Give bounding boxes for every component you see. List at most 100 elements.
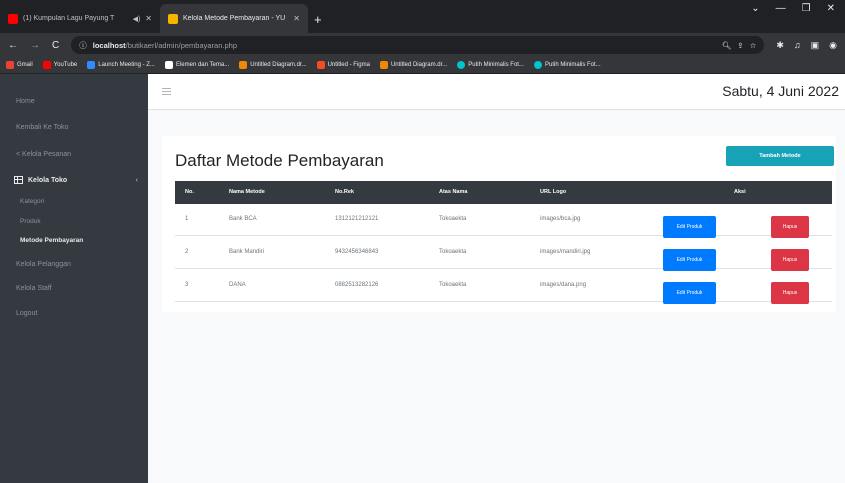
- main-content: Daftar Metode Pembayaran Tambah Metode N…: [148, 110, 845, 483]
- table-row: 1 Bank BCA 1312121212121 Tokoaekta image…: [175, 204, 832, 238]
- page-title: Daftar Metode Pembayaran: [175, 151, 384, 170]
- edit-button[interactable]: Edit Produk: [663, 216, 716, 238]
- zoom-icon[interactable]: 🔍︎: [722, 41, 732, 50]
- sidebar-item-label: Kelola Toko: [28, 176, 68, 184]
- cell-atas-nama: Tokoaekta: [439, 249, 467, 255]
- tab-search-icon[interactable]: ⌄: [751, 3, 759, 14]
- cell-no: 3: [185, 282, 189, 288]
- browser-tab-active[interactable]: Kelola Metode Pembayaran - YU ✕: [160, 4, 308, 33]
- youtube-icon: [42, 61, 51, 69]
- cell-nama-metode: Bank BCA: [229, 216, 257, 222]
- sidepanel-icon[interactable]: ▣: [811, 40, 820, 51]
- gmail-icon: [6, 61, 14, 69]
- chevron-left-icon: ‹: [135, 176, 138, 184]
- sidebar-item-kelola-pelanggan[interactable]: Kelola Pelanggan: [16, 261, 71, 268]
- url-input[interactable]: ⓘ localhost/butikaerl/admin/pembayaran.p…: [71, 36, 765, 54]
- tab-title: (1) Kumpulan Lagu Payung T: [23, 15, 115, 22]
- sidebar-subitem-kategori[interactable]: Kategori: [20, 198, 44, 205]
- drawio-icon: [239, 61, 248, 69]
- minimize-icon[interactable]: —: [776, 3, 786, 14]
- browser-tab[interactable]: (1) Kumpulan Lagu Payung T ◀) ✕: [0, 4, 160, 33]
- sidebar-item-kelola-staff[interactable]: Kelola Staff: [16, 285, 52, 292]
- add-method-button[interactable]: Tambah Metode: [726, 146, 834, 166]
- sidebar-item-kelola-pesanan[interactable]: < Kelola Pesanan: [16, 151, 71, 158]
- sidebar-item-kembali-ke-toko[interactable]: Kembali Ke Toko: [16, 124, 68, 131]
- window-controls: ⌄ — ❐ ✕: [751, 3, 845, 14]
- table-row: 2 Bank Mandiri 9432456346843 Tokoaekta i…: [175, 237, 832, 271]
- close-tab-icon[interactable]: ✕: [293, 14, 300, 23]
- media-icon[interactable]: ♫: [794, 40, 801, 51]
- page-icon: [164, 61, 173, 69]
- bookmark-item[interactable]: Untitled Diagram.dr...: [239, 61, 307, 69]
- bookmark-item[interactable]: Untitled Diagram.dr...: [379, 61, 447, 69]
- tab-title: Kelola Metode Pembayaran - YU: [183, 15, 286, 22]
- url-host: localhost: [92, 40, 126, 50]
- bookmarks-bar: Gmail YouTube Launch Meeting - Z... Elem…: [0, 57, 845, 74]
- edit-button[interactable]: Edit Produk: [663, 249, 716, 271]
- sidebar-item-home[interactable]: Home: [16, 98, 35, 105]
- cell-no-rek: 0882513282126: [335, 282, 379, 288]
- bookmark-item[interactable]: Gmail: [6, 61, 33, 69]
- cell-atas-nama: Tokoaekta: [439, 216, 467, 222]
- cell-no: 1: [185, 216, 189, 222]
- canva-icon: [457, 61, 466, 69]
- address-toolbar: ← → C ⓘ localhost/butikaerl/admin/pembay…: [0, 33, 845, 57]
- bookmark-item[interactable]: YouTube: [42, 61, 77, 69]
- table-icon: [14, 176, 23, 184]
- back-icon[interactable]: ←: [8, 40, 18, 51]
- cell-atas-nama: Tokoaekta: [439, 282, 467, 288]
- cell-no-rek: 1312121212121: [335, 216, 379, 222]
- info-icon[interactable]: ⓘ: [79, 40, 87, 51]
- delete-button[interactable]: Hapus: [771, 282, 809, 304]
- column-header-no-rek: No.Rek: [335, 189, 354, 195]
- cell-url-logo: images/dana.png: [540, 282, 587, 288]
- close-tab-icon[interactable]: ✕: [145, 14, 152, 23]
- figma-icon: [316, 61, 325, 69]
- column-header-nama-metode: Nama Metode: [229, 189, 265, 195]
- extension-icon[interactable]: ✱: [776, 40, 784, 51]
- forward-icon[interactable]: →: [30, 40, 40, 51]
- edit-button[interactable]: Edit Produk: [663, 282, 716, 304]
- bookmark-star-icon[interactable]: ☆: [750, 41, 757, 50]
- close-window-icon[interactable]: ✕: [827, 3, 835, 14]
- url-path: /butikaerl/admin/pembayaran.php: [125, 40, 237, 50]
- table-row: 3 DANA 0882513282126 Tokoaekta images/da…: [175, 270, 832, 304]
- current-date: Sabtu, 4 Juni 2022: [722, 83, 839, 99]
- sidebar-item-kelola-toko[interactable]: Kelola Toko ‹: [14, 176, 138, 184]
- youtube-icon: [8, 13, 18, 24]
- column-header-url-logo: URL Logo: [540, 189, 567, 195]
- new-tab-button[interactable]: +: [308, 12, 332, 33]
- cell-url-logo: images/bca.jpg: [540, 216, 581, 222]
- bookmark-item[interactable]: Putih Minimalis Fot...: [533, 61, 601, 69]
- restore-icon[interactable]: ❐: [802, 3, 811, 14]
- sidebar-subitem-produk[interactable]: Produk: [20, 218, 41, 225]
- browser-tab-bar: (1) Kumpulan Lagu Payung T ◀) ✕ Kelola M…: [0, 0, 845, 33]
- drawio-icon: [379, 61, 388, 69]
- reload-icon[interactable]: C: [52, 40, 59, 51]
- sidebar-item-logout[interactable]: Logout: [16, 310, 37, 317]
- bookmark-item[interactable]: Putih Minimalis Fot...: [457, 61, 524, 69]
- audio-icon[interactable]: ◀): [133, 15, 141, 23]
- zoom-app-icon: [87, 61, 96, 69]
- table-header: No. Nama Metode No.Rek Atas Nama URL Log…: [175, 181, 832, 204]
- bookmark-item[interactable]: Untitled - Figma: [316, 61, 370, 69]
- cell-nama-metode: DANA: [229, 282, 246, 288]
- delete-button[interactable]: Hapus: [771, 249, 809, 271]
- bookmark-item[interactable]: Launch Meeting - Z...: [87, 61, 155, 69]
- column-header-aksi: Aksi: [734, 189, 746, 195]
- canva-icon: [533, 61, 542, 69]
- sidebar: Home Kembali Ke Toko < Kelola Pesanan Ke…: [0, 74, 148, 483]
- payment-methods-card: Daftar Metode Pembayaran Tambah Metode N…: [162, 136, 836, 312]
- cell-nama-metode: Bank Mandiri: [229, 249, 265, 255]
- cell-no: 2: [185, 249, 189, 255]
- delete-button[interactable]: Hapus: [771, 216, 809, 238]
- sidebar-subitem-metode-pembayaran[interactable]: Metode Pembayaran: [20, 237, 83, 244]
- column-header-no: No.: [185, 189, 194, 195]
- column-header-atas-nama: Atas Nama: [439, 189, 468, 195]
- hamburger-menu-icon[interactable]: [162, 88, 171, 95]
- bookmark-item[interactable]: Elemen dan Tema...: [164, 61, 229, 69]
- share-icon[interactable]: ⇪: [737, 41, 743, 50]
- cell-no-rek: 9432456346843: [335, 249, 379, 255]
- profile-icon[interactable]: ◉: [829, 40, 837, 51]
- favicon-icon: [168, 13, 178, 24]
